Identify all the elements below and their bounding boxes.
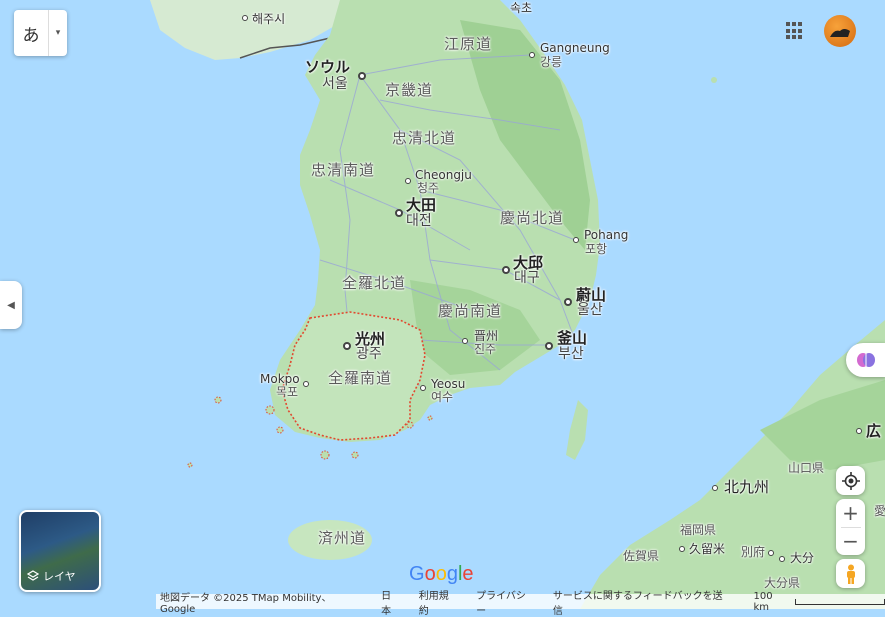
layers-button[interactable]: レイヤ [19,510,101,592]
apps-grid-icon[interactable] [786,22,804,40]
label-gyeongbuk: 慶尚北道 [500,209,565,227]
label-yeosu-ko: 여수 [431,390,454,404]
chevron-down-icon[interactable]: ▾ [49,28,67,38]
chevron-left-icon: ◀ [7,299,15,311]
hiragana-icon: あ [22,25,40,46]
city-dot [242,15,248,21]
label-ehime: 愛 [874,504,885,518]
city-dot [358,72,366,80]
city-dot [679,546,685,552]
city-dot [502,266,510,274]
feedback-link[interactable]: サービスに関するフィードバックを送信 [553,587,730,617]
city-dot [545,342,553,350]
label-chungnam: 忠清南道 [311,161,376,179]
label-gangneung: Gangneung [540,41,610,55]
street-view-pegman[interactable] [836,559,865,588]
city-dot [395,209,403,217]
privacy-link[interactable]: プライバシー [476,587,535,617]
label-yeosu: Yeosu [431,377,466,391]
label-seoul-ko: 서울 [322,76,348,92]
input-tools-button[interactable]: あ ▾ [14,10,67,56]
label-ulsan: 蔚山 [576,286,607,304]
label-cheongju-ko: 청주 [417,181,440,195]
label-daejeon: 大田 [406,196,437,214]
city-dot [564,298,572,306]
label-gwangju: 光州 [355,330,386,348]
city-dot [712,485,718,491]
city-dot [856,428,862,434]
label-chungbuk: 忠清北道 [392,129,457,147]
city-dot [573,237,579,243]
label-mokpo-ko: 목포 [276,385,299,399]
city-dot [405,178,411,184]
avatar-image [830,29,850,37]
layers-label-row: レイヤ [27,568,76,584]
brain-icon [857,353,875,367]
label-mokpo: Mokpo [260,372,300,386]
country-link[interactable]: 日本 [381,587,401,617]
layers-label: レイヤ [43,570,76,583]
label-gangwon: 江原道 [444,35,493,53]
city-dot [343,342,351,350]
zoom-control: + − [836,499,865,555]
attribution-text: 地図データ ©2025 TMap Mobility、Google [160,592,332,615]
label-ulsan-ko: 울산 [577,302,603,318]
label-gyeonggi: 京畿道 [385,81,434,99]
label-hiroshima: 広 [866,422,882,440]
label-haeju: 해주시 [252,12,286,26]
label-beppu: 別府 [741,545,766,559]
city-dot [529,52,535,58]
city-dot [768,550,774,556]
city-dot [779,556,785,562]
scale-bar[interactable]: 100 km [754,591,885,613]
gemini-button[interactable] [846,343,885,377]
label-gyeongnam: 慶尚南道 [438,302,503,320]
island-dot [711,77,717,83]
my-location-button[interactable] [836,466,865,495]
city-dot [462,338,468,344]
zoom-in-button[interactable]: + [836,500,865,527]
terms-link[interactable]: 利用規約 [419,587,458,617]
label-daegu-ko: 대구 [514,270,540,286]
label-sokcho: 속초 [510,1,533,15]
label-gangneung-ko: 강릉 [540,55,563,69]
label-oita-pref: 大分県 [764,576,801,590]
label-jeju: 済州道 [318,529,367,547]
city-dot [303,381,309,387]
collapse-side-panel-button[interactable]: ◀ [0,281,22,329]
city-dot [420,385,426,391]
map-footer: 地図データ ©2025 TMap Mobility、Google 日本 利用規約… [156,591,885,617]
label-fukuoka: 福岡県 [680,523,717,537]
label-pohang-ko: 포항 [585,242,608,256]
scale-label: 100 km [753,590,773,613]
label-kurume: 久留米 [689,542,726,556]
crosshair-icon [841,471,860,490]
label-kitakyushu: 北九州 [724,478,770,496]
label-busan-ko: 부산 [558,346,584,362]
label-oita: 大分 [790,551,815,565]
label-jeonnam: 全羅南道 [328,369,393,387]
layers-icon [27,570,39,581]
avatar[interactable] [824,15,856,47]
label-cheongju: Cheongju [415,168,472,182]
label-saga: 佐賀県 [623,549,660,563]
google-logo: Google [409,563,474,585]
label-busan: 釜山 [557,329,588,347]
label-jinju-ko: 진주 [474,342,497,356]
zoom-out-button[interactable]: − [836,528,865,555]
label-daegu: 大邱 [513,254,544,272]
label-daejeon-ko: 대전 [406,213,432,229]
scale-bar-line [794,598,885,605]
label-pohang: Pohang [584,228,629,242]
label-gwangju-ko: 광주 [356,346,382,362]
label-jinju: 晋州 [474,329,499,343]
label-seoul: ソウル [305,58,351,76]
pegman-icon [846,564,855,584]
label-yamaguchi: 山口県 [788,461,825,475]
label-jeonbuk: 全羅北道 [342,274,407,292]
